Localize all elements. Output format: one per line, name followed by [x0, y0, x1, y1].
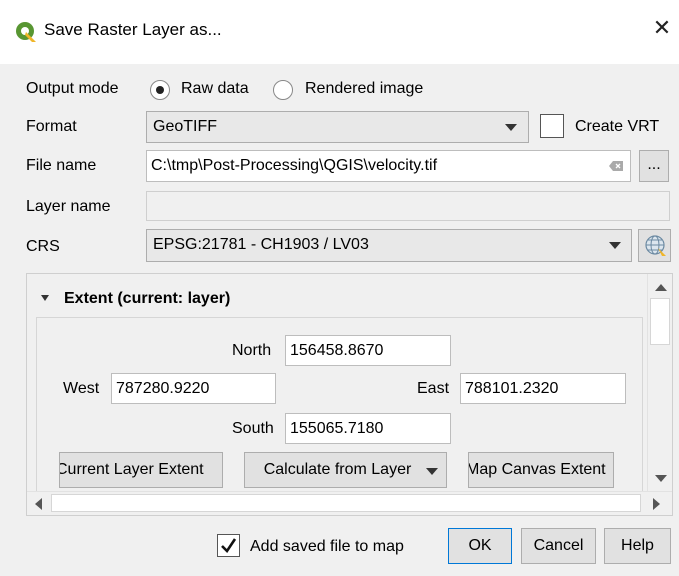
create-vrt-checkbox[interactable] — [540, 114, 564, 138]
scroll-left-icon[interactable] — [35, 498, 42, 510]
radio-raw-data[interactable] — [150, 80, 170, 100]
crs-label: CRS — [26, 238, 60, 255]
qgis-logo-icon — [16, 22, 36, 42]
south-input[interactable]: 155065.7180 — [285, 413, 451, 444]
close-icon[interactable]: ✕ — [650, 16, 674, 40]
crs-select[interactable]: EPSG:21781 - CH1903 / LV03 — [146, 229, 632, 262]
file-name-input[interactable]: C:\tmp\Post-Processing\QGIS\velocity.tif — [146, 150, 631, 182]
layer-name-input[interactable] — [146, 191, 670, 221]
extent-header[interactable]: Extent (current: layer) — [64, 290, 230, 308]
north-label: North — [232, 342, 272, 359]
help-button[interactable]: Help — [604, 528, 671, 564]
radio-rendered-image[interactable] — [273, 80, 293, 100]
globe-icon — [645, 235, 666, 256]
add-saved-file-label[interactable]: Add saved file to map — [250, 538, 404, 556]
calculate-from-layer-label: Calculate from Layer — [263, 461, 412, 478]
west-label: West — [63, 380, 100, 397]
collapse-arrow-icon[interactable] — [41, 295, 49, 301]
radio-raw-data-label[interactable]: Raw data — [181, 80, 249, 98]
north-input[interactable]: 156458.8670 — [285, 335, 451, 366]
format-label: Format — [26, 118, 77, 135]
north-value: 156458.8670 — [290, 342, 384, 359]
radio-selected-dot — [156, 86, 164, 94]
calculate-from-layer-button[interactable]: Calculate from Layer — [244, 452, 447, 488]
chevron-down-icon — [426, 468, 438, 475]
current-layer-extent-label: Current Layer Extent — [59, 461, 204, 478]
format-select[interactable]: GeoTIFF — [146, 111, 529, 143]
cancel-button[interactable]: Cancel — [521, 528, 596, 564]
browse-button[interactable]: ... — [639, 150, 669, 182]
east-label: East — [417, 380, 450, 397]
add-saved-file-checkbox[interactable] — [217, 534, 240, 557]
vertical-scrollbar[interactable] — [647, 274, 672, 491]
select-crs-button[interactable] — [638, 229, 671, 262]
west-value: 787280.9220 — [116, 380, 210, 397]
file-name-label: File name — [26, 157, 97, 174]
scroll-up-icon[interactable] — [655, 284, 667, 291]
scroll-down-icon[interactable] — [655, 475, 667, 482]
chevron-down-icon — [505, 124, 517, 131]
format-value: GeoTIFF — [153, 118, 218, 135]
south-label: South — [232, 420, 274, 437]
title-bar: Save Raster Layer as... ✕ — [0, 0, 679, 64]
map-canvas-extent-label: Map Canvas Extent — [468, 461, 606, 478]
ok-button[interactable]: OK — [448, 528, 512, 564]
west-input[interactable]: 787280.9220 — [111, 373, 276, 404]
east-value: 788101.2320 — [465, 380, 559, 397]
south-value: 155065.7180 — [290, 420, 384, 437]
extent-group: Extent (current: layer) North 156458.867… — [27, 274, 647, 491]
output-mode-label: Output mode — [26, 80, 119, 97]
scrollbar-thumb-horizontal[interactable] — [51, 494, 641, 512]
east-input[interactable]: 788101.2320 — [460, 373, 626, 404]
current-layer-extent-button[interactable]: Current Layer Extent — [59, 452, 223, 488]
check-icon — [221, 538, 237, 554]
scroll-right-icon[interactable] — [653, 498, 660, 510]
chevron-down-icon — [609, 242, 621, 249]
scrollbar-thumb[interactable] — [650, 298, 670, 345]
create-vrt-label[interactable]: Create VRT — [575, 118, 659, 136]
clear-icon[interactable] — [609, 161, 623, 171]
map-canvas-extent-button[interactable]: Map Canvas Extent — [468, 452, 614, 488]
file-name-value: C:\tmp\Post-Processing\QGIS\velocity.tif — [151, 157, 438, 174]
horizontal-scrollbar[interactable] — [27, 491, 672, 515]
radio-rendered-image-label[interactable]: Rendered image — [305, 80, 423, 98]
crs-value: EPSG:21781 - CH1903 / LV03 — [153, 236, 369, 253]
window-title: Save Raster Layer as... — [44, 20, 222, 39]
layer-name-label: Layer name — [26, 198, 111, 215]
